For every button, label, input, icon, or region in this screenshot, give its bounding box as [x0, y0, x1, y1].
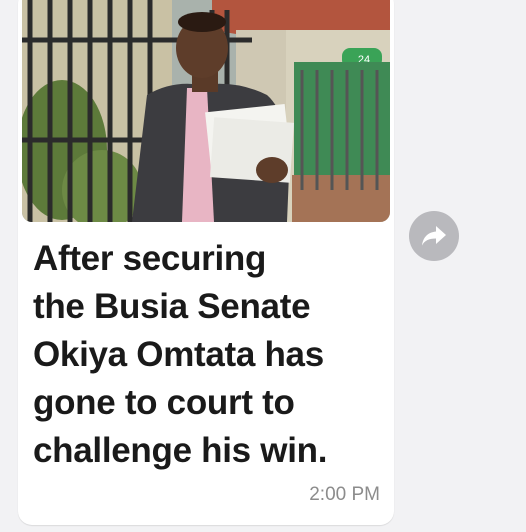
caption-line: Okiya Omtata has: [33, 335, 324, 374]
forward-arrow-icon: [422, 226, 446, 246]
message-timestamp: 2:00 PM: [309, 484, 380, 505]
forward-button[interactable]: [409, 211, 459, 261]
message-bubble[interactable]: 24 After securing the Busia Senate Okiya…: [18, 0, 394, 525]
photo-illustration: 24: [22, 0, 390, 222]
message-caption: After securing the Busia Senate Okiya Om…: [33, 235, 378, 475]
caption-line: challenge his win.: [33, 431, 328, 470]
caption-line: After securing: [33, 239, 267, 278]
caption-line: gone to court to: [33, 383, 295, 422]
caption-line: the Busia Senate: [33, 287, 311, 326]
message-photo[interactable]: 24: [22, 0, 390, 222]
